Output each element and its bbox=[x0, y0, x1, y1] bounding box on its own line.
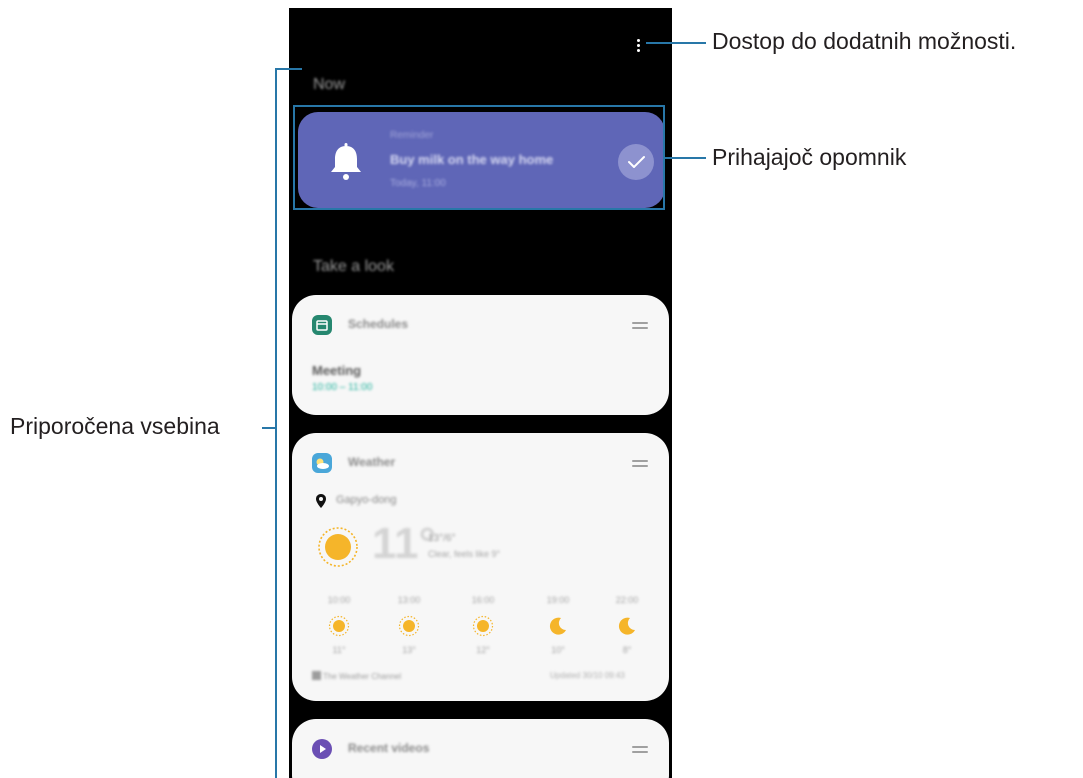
weather-provider-name: The Weather Channel bbox=[323, 672, 402, 681]
drag-handle-icon[interactable] bbox=[632, 460, 648, 468]
callout-more-options: Dostop do dodatnih možnosti. bbox=[712, 28, 1017, 54]
calendar-icon bbox=[312, 315, 332, 335]
hourly-forecast-item: 13:00 13° bbox=[384, 595, 434, 655]
hour-label: 10:00 bbox=[327, 595, 351, 605]
hour-temperature: 11° bbox=[332, 645, 346, 655]
callout-recommended: Priporočena vsebina bbox=[10, 413, 220, 439]
hourly-forecast-item: 19:00 10° bbox=[533, 595, 583, 655]
event-title: Meeting bbox=[312, 363, 362, 378]
location-pin-icon bbox=[316, 494, 326, 508]
hour-label: 19:00 bbox=[546, 595, 570, 605]
current-temperature: 11° bbox=[372, 519, 437, 568]
event-time: 10:00 – 11:00 bbox=[312, 382, 373, 393]
callout-line-reminder bbox=[665, 157, 706, 159]
schedules-card-title: Schedules bbox=[348, 317, 409, 331]
sun-icon bbox=[398, 615, 420, 637]
hour-label: 13:00 bbox=[397, 595, 421, 605]
weather-updated-time: Updated 30/10 09:43 bbox=[550, 671, 625, 680]
schedules-card[interactable]: Schedules Meeting 10:00 – 11:00 bbox=[292, 295, 669, 415]
callout-bracket-top bbox=[275, 68, 302, 70]
callout-line-recommended bbox=[262, 427, 276, 429]
hour-label: 22:00 bbox=[615, 595, 639, 605]
drag-handle-icon[interactable] bbox=[632, 746, 648, 754]
hourly-forecast-item: 16:00 12° bbox=[458, 595, 508, 655]
section-title-now: Now bbox=[313, 76, 346, 93]
temperature-range: 13°/6° bbox=[428, 533, 456, 544]
recent-videos-card-title: Recent videos bbox=[348, 741, 430, 755]
hourly-forecast-item: 10:00 11° bbox=[314, 595, 364, 655]
play-icon bbox=[312, 739, 332, 759]
sun-icon bbox=[318, 527, 358, 567]
callout-reminder: Prihajajoč opomnik bbox=[712, 144, 907, 170]
drag-handle-icon[interactable] bbox=[632, 322, 648, 330]
reminder-highlight-frame bbox=[293, 105, 665, 210]
callout-line-more-options bbox=[646, 42, 706, 44]
weather-location: Gapyo-dong bbox=[336, 494, 397, 506]
hour-temperature: 10° bbox=[551, 645, 565, 655]
hour-temperature: 13° bbox=[402, 645, 416, 655]
callout-bracket-recommended bbox=[275, 68, 277, 778]
weather-card[interactable]: Weather Gapyo-dong 11° 13°/6° Clear, fee… bbox=[292, 433, 669, 701]
moon-icon bbox=[618, 617, 635, 635]
hour-temperature: 12° bbox=[476, 645, 490, 655]
hour-label: 16:00 bbox=[471, 595, 495, 605]
weather-card-title: Weather bbox=[348, 455, 396, 469]
sun-icon bbox=[472, 615, 494, 637]
moon-icon bbox=[549, 617, 566, 635]
recent-videos-card[interactable]: Recent videos bbox=[292, 719, 669, 778]
section-title-take-a-look: Take a look bbox=[313, 258, 394, 275]
hour-temperature: 8° bbox=[622, 645, 632, 655]
more-options-icon[interactable] bbox=[635, 38, 643, 54]
hourly-forecast-item: 22:00 8° bbox=[602, 595, 652, 655]
weather-app-icon bbox=[312, 453, 332, 473]
weather-description: Clear, feels like 9° bbox=[428, 549, 501, 559]
sun-icon bbox=[328, 615, 350, 637]
weather-provider: The Weather Channel bbox=[312, 671, 401, 681]
